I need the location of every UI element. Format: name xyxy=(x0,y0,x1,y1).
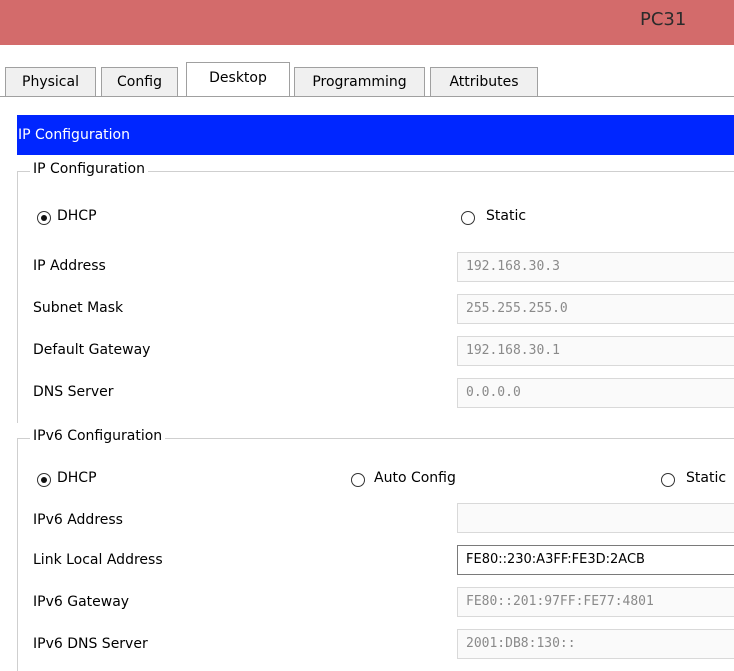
ipv6-address-label: IPv6 Address xyxy=(33,512,123,528)
link-local-address-label: Link Local Address xyxy=(33,552,163,568)
ip-configuration-panel: IP Configuration IP Configuration DHCP S… xyxy=(0,97,734,671)
subnet-mask-field[interactable]: 255.255.255.0 xyxy=(457,294,734,324)
ipv4-dhcp-label[interactable]: DHCP xyxy=(57,208,97,224)
link-local-address-field[interactable]: FE80::230:A3FF:FE3D:2ACB xyxy=(457,545,734,575)
default-gateway-field[interactable]: 192.168.30.1 xyxy=(457,336,734,366)
ipv6-section-border-left xyxy=(17,438,18,671)
dns-server-label: DNS Server xyxy=(33,384,114,400)
ipv6-auto-config-radio[interactable] xyxy=(351,473,365,487)
default-gateway-label: Default Gateway xyxy=(33,342,151,358)
ipv6-auto-config-label[interactable]: Auto Config xyxy=(374,470,456,486)
ipv6-gateway-label: IPv6 Gateway xyxy=(33,594,130,610)
subnet-mask-label: Subnet Mask xyxy=(33,300,124,316)
ipv6-gateway-field[interactable]: FE80::201:97FF:FE77:4801 xyxy=(457,587,734,617)
ipv6-address-field[interactable] xyxy=(457,503,734,533)
ip-address-field[interactable]: 192.168.30.3 xyxy=(457,252,734,282)
ipv4-section-title: IP Configuration xyxy=(30,161,148,177)
dns-server-field[interactable]: 0.0.0.0 xyxy=(457,378,734,408)
tab-attributes[interactable]: Attributes xyxy=(430,67,538,96)
ipv6-static-radio[interactable] xyxy=(661,473,675,487)
ipv6-dns-server-label: IPv6 DNS Server xyxy=(33,636,148,652)
ip-address-label: IP Address xyxy=(33,258,106,274)
tab-programming[interactable]: Programming xyxy=(294,67,425,96)
ipv6-dns-server-field[interactable]: 2001:DB8:130:: xyxy=(457,629,734,659)
panel-header: IP Configuration xyxy=(17,115,734,155)
ipv4-section-border-left xyxy=(17,171,18,423)
ipv4-static-label[interactable]: Static xyxy=(486,208,526,224)
ipv6-dhcp-radio[interactable] xyxy=(37,473,51,487)
ipv4-dhcp-radio[interactable] xyxy=(37,211,51,225)
tab-config[interactable]: Config xyxy=(101,67,178,96)
tab-bar: Physical Config Desktop Programming Attr… xyxy=(0,45,734,97)
ipv6-section-title: IPv6 Configuration xyxy=(30,428,166,444)
window-title-bar: PC31 xyxy=(0,0,734,45)
ipv6-dhcp-label[interactable]: DHCP xyxy=(57,470,97,486)
tab-physical[interactable]: Physical xyxy=(5,67,96,96)
ipv4-static-radio[interactable] xyxy=(461,211,475,225)
window-title: PC31 xyxy=(640,9,687,30)
ipv6-static-label[interactable]: Static xyxy=(686,470,726,486)
tab-desktop[interactable]: Desktop xyxy=(186,62,290,97)
